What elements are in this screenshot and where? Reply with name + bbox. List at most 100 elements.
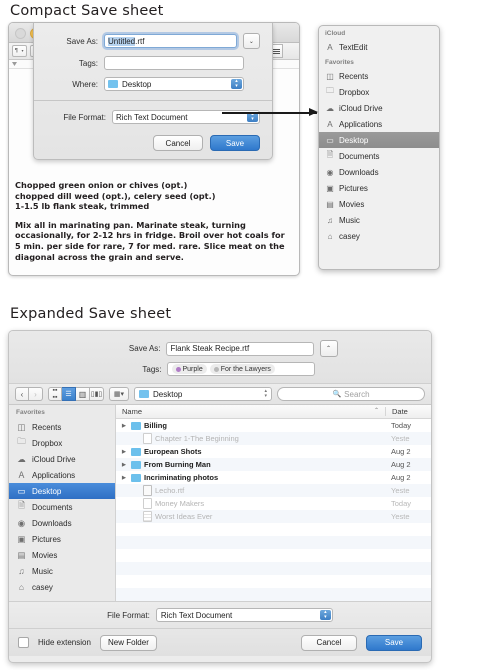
- new-folder-button[interactable]: New Folder: [99, 634, 157, 651]
- icon-view-button[interactable]: ▪▪ ▪▪: [48, 387, 62, 401]
- table-row[interactable]: ▶ Money Makers Today: [116, 497, 431, 510]
- sidebar-item-documents[interactable]: 🗎 Documents: [9, 499, 115, 515]
- file-list[interactable]: Name ⌃ Date ▶ Billing Today ▶ Chapter 1-The …: [116, 405, 431, 601]
- hide-extension-checkbox[interactable]: [18, 637, 29, 648]
- where-popup[interactable]: Desktop ▴ ▾: [104, 77, 244, 91]
- save-button[interactable]: Save: [366, 634, 422, 651]
- sidebar-item-label: Documents: [32, 502, 73, 512]
- camera-icon: ▣: [17, 533, 26, 544]
- rtf-document-icon: [143, 485, 152, 496]
- column-header-date[interactable]: Date: [385, 407, 431, 416]
- list-view-button[interactable]: ☰: [62, 387, 76, 401]
- where-dropdown-menu[interactable]: iCloud Ａ TextEdit Favorites ◫ Recents 🗀 Dropbox…: [318, 25, 440, 270]
- tags-row: Tags:: [46, 56, 260, 70]
- sidebar-item-recents[interactable]: ◫ Recents: [9, 419, 115, 435]
- film-icon: ▤: [326, 199, 334, 209]
- paragraph-style-popup[interactable]: ¶ ▾: [12, 45, 27, 57]
- sidebar-item-icloud-drive[interactable]: ☁ iCloud Drive: [9, 451, 115, 467]
- document-body[interactable]: Chopped green onion or chives (opt.) cho…: [9, 178, 299, 262]
- where-menu-item-downloads[interactable]: ◉ Downloads: [319, 164, 439, 180]
- tags-input[interactable]: Purple For the Lawyers: [166, 362, 315, 376]
- tags-input[interactable]: [104, 56, 244, 70]
- tag-chip[interactable]: Purple: [171, 364, 207, 374]
- home-icon: ⌂: [18, 582, 25, 592]
- sidebar-item-casey[interactable]: ⌂ casey: [9, 579, 115, 595]
- history-buttons: ‹ ›: [15, 387, 43, 401]
- disclosure-triangle-icon[interactable]: ▶: [122, 475, 128, 481]
- collapse-sheet-button[interactable]: ⌃: [319, 340, 338, 357]
- expand-sheet-button[interactable]: ⌄: [242, 33, 260, 49]
- table-row[interactable]: ▶ Billing Today: [116, 419, 431, 432]
- table-row[interactable]: ▶ Chapter 1-The Beginning Yeste: [116, 432, 431, 445]
- disclosure-triangle-icon[interactable]: ▶: [122, 462, 128, 468]
- sidebar-item-dropbox[interactable]: 🗀 Dropbox: [9, 435, 115, 451]
- download-icon: ◉: [17, 517, 26, 528]
- where-menu-item-dropbox[interactable]: 🗀 Dropbox: [319, 84, 439, 100]
- forward-button[interactable]: ›: [29, 387, 43, 401]
- save-as-extension: .rtf: [135, 36, 145, 46]
- cancel-button[interactable]: Cancel: [301, 634, 357, 651]
- page-root: Compact Save sheet Flank Steak Recipe ¶ …: [0, 0, 500, 670]
- file-name-label: From Burning Man: [144, 460, 211, 469]
- chevron-up-icon: ⌃: [325, 346, 332, 352]
- chevron-down-icon: ▾: [21, 48, 24, 53]
- sidebar-item-desktop[interactable]: ▭ Desktop: [9, 483, 115, 499]
- column-header-name[interactable]: Name ⌃: [116, 407, 385, 416]
- back-button[interactable]: ‹: [15, 387, 29, 401]
- coverflow-view-button[interactable]: ▯▮▯: [90, 387, 104, 401]
- expanded-top-fields: Save As: Flank Steak Recipe.rtf ⌃ Tags: …: [9, 331, 431, 384]
- file-format-popup[interactable]: Rich Text Document ▴ ▾: [155, 608, 333, 622]
- where-menu-item-desktop[interactable]: ▭ Desktop: [319, 132, 439, 148]
- sidebar-item-downloads[interactable]: ◉ Downloads: [9, 515, 115, 531]
- file-format-label: File Format:: [63, 112, 106, 122]
- table-row[interactable]: ▶ From Burning Man Aug 2: [116, 458, 431, 471]
- folder-icon: [131, 473, 141, 482]
- where-menu-item-applications[interactable]: Ａ Applications: [319, 116, 439, 132]
- empty-row: [116, 536, 431, 549]
- save-as-input[interactable]: Untitled .rtf: [104, 34, 237, 48]
- sidebar-item-movies[interactable]: ▤ Movies: [9, 547, 115, 563]
- arrange-button[interactable]: ▦▾: [109, 387, 129, 401]
- sidebar-item-applications[interactable]: Ａ Applications: [9, 467, 115, 483]
- table-row[interactable]: ▶ Incriminating photos Aug 2: [116, 471, 431, 484]
- where-menu-item-music[interactable]: ♫ Music: [319, 212, 439, 228]
- cancel-button[interactable]: Cancel: [153, 135, 203, 151]
- file-browser: Favorites ◫ Recents 🗀 Dropbox ☁ iCloud Drive Ａ…: [9, 405, 431, 601]
- where-menu-item-documents[interactable]: 🗎 Documents: [319, 148, 439, 164]
- app-icon: Ａ: [326, 42, 334, 52]
- where-menu-item-pictures[interactable]: ▣ Pictures: [319, 180, 439, 196]
- file-date-cell: Aug 2: [391, 460, 411, 469]
- sidebar-item-pictures[interactable]: ▣ Pictures: [9, 531, 115, 547]
- document-icon: [143, 433, 152, 444]
- table-row[interactable]: ▶ European Shots Aug 2: [116, 445, 431, 458]
- file-name-cell: ▶ Chapter 1-The Beginning: [116, 433, 385, 444]
- where-menu-item-movies[interactable]: ▤ Movies: [319, 196, 439, 212]
- disclosure-triangle-icon[interactable]: ▶: [122, 423, 128, 429]
- search-input[interactable]: 🔍 Search: [277, 387, 425, 401]
- where-menu-item-casey[interactable]: ⌂ casey: [319, 228, 439, 244]
- arrange-icon: ▦▾: [113, 391, 125, 398]
- clock-icon: ◫: [17, 421, 26, 432]
- camera-icon: ▣: [326, 183, 334, 193]
- where-menu-item-textedit[interactable]: Ａ TextEdit: [319, 39, 439, 55]
- save-button[interactable]: Save: [210, 135, 260, 151]
- tag-color-dot: [175, 366, 181, 372]
- path-popup[interactable]: Desktop ▴ ▾: [134, 387, 272, 401]
- column-header-date-label: Date: [392, 407, 408, 416]
- table-row[interactable]: ▶ Worst Ideas Ever Yeste: [116, 510, 431, 523]
- table-row[interactable]: ▶ Lecho.rtf Yeste: [116, 484, 431, 497]
- file-name-label: Worst Ideas Ever: [155, 512, 213, 521]
- column-view-button[interactable]: ▥: [76, 387, 90, 401]
- file-name-cell: ▶ Money Makers: [116, 498, 385, 509]
- disclosure-triangle-icon[interactable]: ▶: [122, 449, 128, 455]
- where-value: Desktop: [122, 79, 152, 89]
- empty-row: [116, 562, 431, 575]
- hide-extension-label: Hide extension: [38, 638, 91, 647]
- file-format-row: File Format: Rich Text Document ▴ ▾: [9, 601, 431, 628]
- save-as-input[interactable]: Flank Steak Recipe.rtf: [165, 341, 314, 356]
- where-menu-item-recents[interactable]: ◫ Recents: [319, 68, 439, 84]
- tag-chip[interactable]: For the Lawyers: [209, 364, 275, 374]
- where-menu-heading: Favorites: [325, 59, 354, 66]
- sidebar-item-music[interactable]: ♫ Music: [9, 563, 115, 579]
- where-menu-item-icloud-drive[interactable]: ☁ iCloud Drive: [319, 100, 439, 116]
